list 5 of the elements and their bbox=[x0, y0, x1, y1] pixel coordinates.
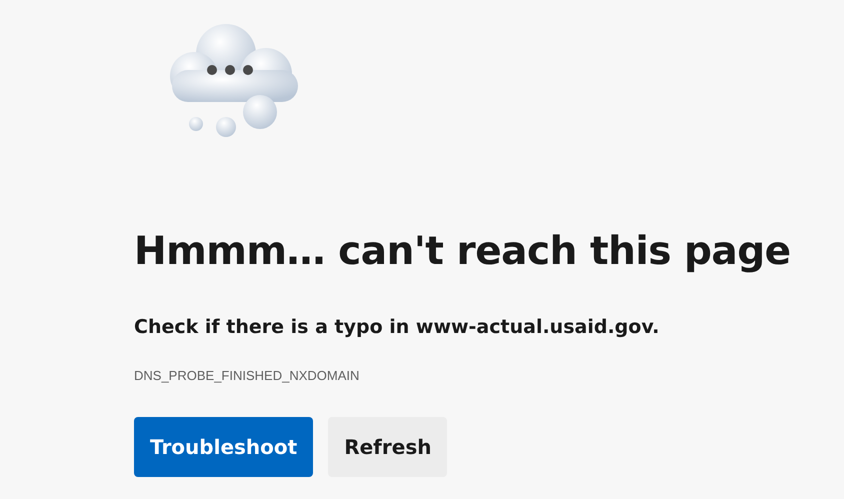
error-message: Check if there is a typo in www-actual.usaid.gov. bbox=[134, 315, 660, 340]
error-code: DNS_PROBE_FINISHED_NXDOMAIN bbox=[134, 368, 360, 383]
page-heading: Hmmm… can't reach this page bbox=[134, 228, 792, 276]
refresh-button[interactable]: Refresh bbox=[328, 417, 448, 477]
troubleshoot-button[interactable]: Troubleshoot bbox=[134, 417, 314, 477]
